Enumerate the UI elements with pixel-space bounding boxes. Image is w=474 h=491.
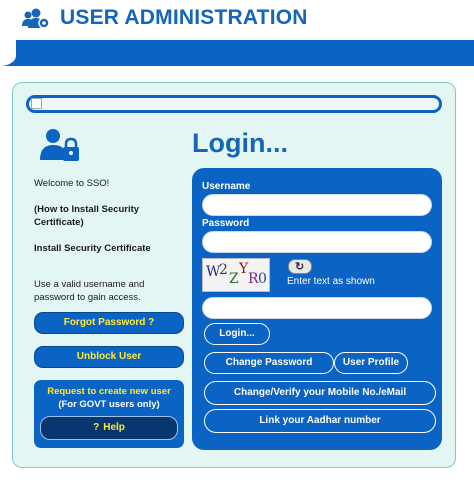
login-button[interactable]: Login... [204,323,270,345]
broken-image-icon [31,98,42,109]
request-user-link[interactable]: Request to create new user [34,386,184,397]
change-password-button[interactable]: Change Password [204,352,334,374]
header: USER ADMINISTRATION [0,0,474,40]
change-verify-mobile-email-button[interactable]: Change/Verify your Mobile No./eMail [204,381,436,405]
header-band [0,40,474,66]
captcha-image: W 2 Z Y R 0 [202,258,270,292]
captcha-hint: Enter text as shown [287,276,375,287]
link-aadhar-button[interactable]: Link your Aadhar number [204,409,436,433]
password-input[interactable] [202,231,432,253]
user-lock-icon [40,129,79,161]
banner-image [26,95,442,113]
page-title: USER ADMINISTRATION [60,6,308,29]
users-gear-icon [22,8,50,29]
instruction-text: Use a valid username and password to gai… [34,279,145,303]
welcome-text: Welcome to SSO! [34,178,110,189]
question-icon: ? [93,422,100,433]
forgot-password-button[interactable]: Forgot Password ? [34,312,184,334]
help-label: Help [103,422,125,433]
install-cert-link[interactable]: Install Security Certificate [34,243,151,254]
username-label: Username [202,181,251,192]
captcha-input[interactable] [202,297,432,319]
request-user-subtitle: (For GOVT users only) [58,399,160,410]
user-profile-button[interactable]: User Profile [334,352,408,374]
request-user-box: Request to create new user (For GOVT use… [34,380,184,448]
install-cert-howto-link[interactable]: (How to Install Security Certificate) [34,203,174,229]
username-input[interactable] [202,194,432,216]
unblock-user-button[interactable]: Unblock User [34,346,184,368]
refresh-captcha-button[interactable]: ↻ [288,259,312,274]
help-button[interactable]: ? Help [40,416,178,440]
refresh-icon: ↻ [295,261,305,273]
login-title: Login... [192,128,288,158]
password-label: Password [202,218,250,229]
